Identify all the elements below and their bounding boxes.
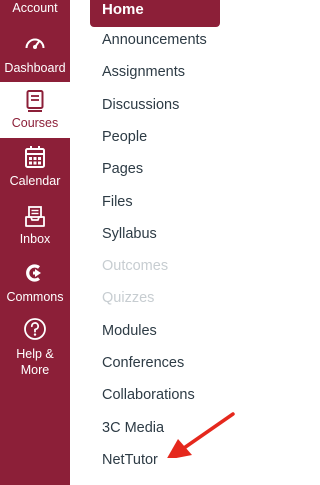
courses-icon bbox=[26, 90, 44, 112]
help-icon bbox=[24, 318, 46, 340]
course-nav-link-announcements[interactable]: Announcements bbox=[102, 32, 207, 48]
inbox-nav-item[interactable]: Inbox bbox=[0, 203, 70, 249]
course-nav-link-discussions[interactable]: Discussions bbox=[102, 97, 179, 113]
calendar-icon bbox=[25, 146, 45, 168]
help-nav-item[interactable]: Help & More bbox=[0, 315, 70, 379]
home-tab[interactable]: Home bbox=[90, 0, 220, 27]
dashboard-label: Dashboard bbox=[4, 61, 66, 75]
course-nav-link-syllabus[interactable]: Syllabus bbox=[102, 226, 157, 242]
course-nav-link-people[interactable]: People bbox=[102, 129, 147, 145]
global-navigation: Account Dashboard Courses Calendar Inbox… bbox=[0, 0, 70, 485]
help-label-line1: Help & bbox=[16, 347, 54, 361]
calendar-label: Calendar bbox=[9, 174, 61, 188]
course-nav-link-pages[interactable]: Pages bbox=[102, 161, 143, 177]
account-label: Account bbox=[12, 1, 58, 15]
dashboard-icon bbox=[25, 38, 45, 49]
course-nav-link-collaborations[interactable]: Collaborations bbox=[102, 387, 195, 403]
course-nav-link-files[interactable]: Files bbox=[102, 194, 133, 210]
inbox-label: Inbox bbox=[19, 232, 51, 246]
course-nav-link-assignments[interactable]: Assignments bbox=[102, 64, 185, 80]
course-nav-link-3c-media[interactable]: 3C Media bbox=[102, 420, 164, 436]
commons-label: Commons bbox=[6, 290, 64, 304]
dashboard-nav-item[interactable]: Dashboard bbox=[0, 30, 70, 76]
commons-nav-item[interactable]: Commons bbox=[0, 260, 70, 306]
inbox-icon bbox=[25, 206, 45, 227]
course-nav-link-outcomes: Outcomes bbox=[102, 258, 169, 275]
home-tab-label: Home bbox=[102, 1, 144, 18]
account-nav-item[interactable]: Account bbox=[0, 0, 70, 20]
course-nav-link-nettutor[interactable]: NetTutor bbox=[102, 452, 158, 468]
help-label-line2: More bbox=[20, 363, 50, 377]
annotation-arrow-icon bbox=[167, 412, 235, 458]
courses-nav-item[interactable]: Courses bbox=[0, 82, 70, 138]
course-nav-link-modules[interactable]: Modules bbox=[102, 323, 157, 339]
course-nav-link-conferences[interactable]: Conferences bbox=[102, 355, 184, 371]
calendar-nav-item[interactable]: Calendar bbox=[0, 143, 70, 189]
course-nav-link-quizzes: Quizzes bbox=[102, 290, 155, 307]
commons-icon bbox=[26, 264, 41, 282]
courses-label: Courses bbox=[11, 116, 59, 130]
